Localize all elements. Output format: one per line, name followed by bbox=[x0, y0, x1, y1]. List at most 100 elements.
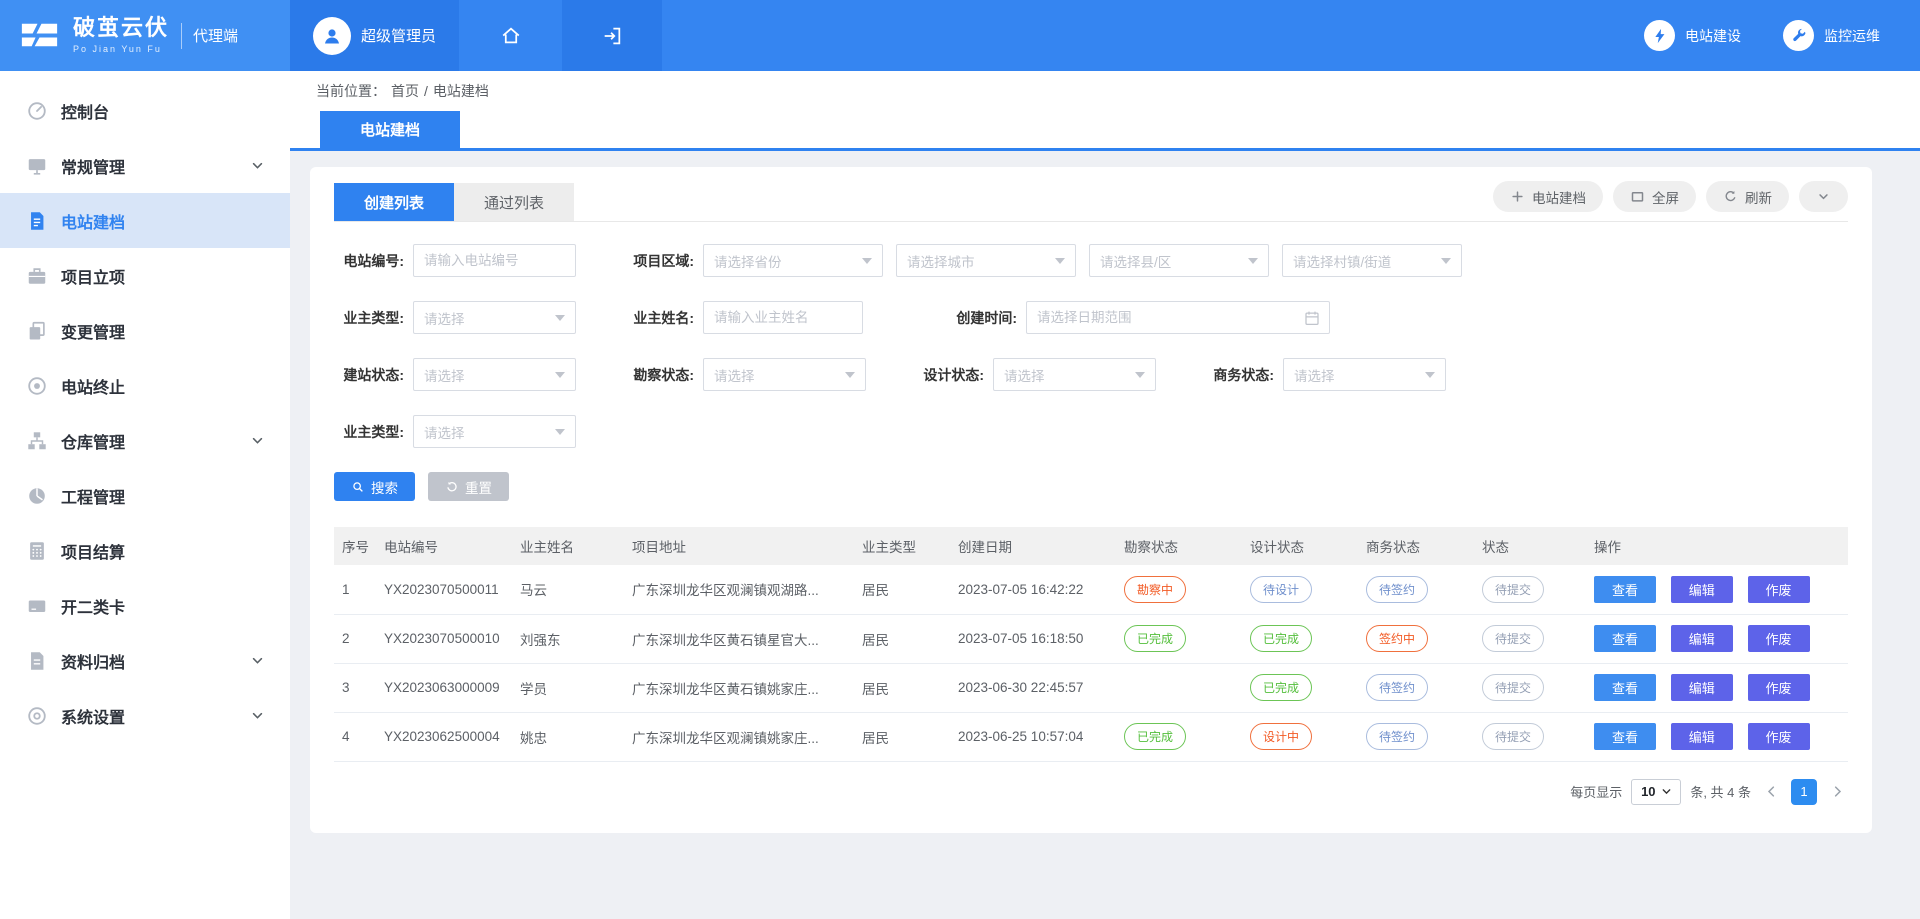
filter-actions: 搜索 重置 bbox=[334, 472, 1848, 501]
main-area: 当前位置： 首页 / 电站建档 电站建档 创建列表 通过列表 电站建档 bbox=[290, 71, 1920, 919]
wrench-icon bbox=[1783, 20, 1814, 51]
col-status: 状态 bbox=[1474, 527, 1586, 565]
collapse-toolbar-button[interactable] bbox=[1799, 181, 1848, 212]
sidebar-item-label: 变更管理 bbox=[61, 319, 266, 343]
sidebar-item-data-archive[interactable]: 资料归档 bbox=[0, 633, 290, 688]
table-row: 4 YX2023062500004 姚忠 广东深圳龙华区观澜镇姚家庄... 居民… bbox=[334, 712, 1848, 761]
fullscreen-icon bbox=[1630, 189, 1645, 204]
filter-panel: 电站编号: 项目区域: 请选择省份 请选择城市 bbox=[334, 222, 1848, 501]
tab-create-list[interactable]: 创建列表 bbox=[334, 183, 454, 221]
business-status-select[interactable]: 请选择 bbox=[1283, 358, 1446, 391]
build-status-label: 建站状态: bbox=[334, 365, 404, 385]
cell-code: YX2023062500004 bbox=[376, 712, 512, 761]
sidebar-item-class2-card[interactable]: 开二类卡 bbox=[0, 578, 290, 633]
city-select[interactable]: 请选择城市 bbox=[896, 244, 1076, 277]
sidebar-item-system-settings[interactable]: 系统设置 bbox=[0, 688, 290, 743]
owner-name-input[interactable] bbox=[703, 301, 863, 334]
status-badge: 待提交 bbox=[1482, 723, 1544, 750]
void-button[interactable]: 作废 bbox=[1748, 723, 1810, 750]
per-page-select[interactable]: 10 bbox=[1631, 779, 1681, 805]
design-status-badge: 已完成 bbox=[1250, 625, 1312, 652]
nav-station-build[interactable]: 电站建设 bbox=[1644, 20, 1741, 51]
cell-owner: 姚忠 bbox=[512, 712, 624, 761]
cell-owner: 学员 bbox=[512, 663, 624, 712]
col-sn: 序号 bbox=[334, 527, 376, 565]
tab-station-archive[interactable]: 电站建档 bbox=[320, 111, 460, 148]
card-icon bbox=[26, 595, 48, 617]
void-button[interactable]: 作废 bbox=[1748, 576, 1810, 603]
content-area: 创建列表 通过列表 电站建档 全屏 bbox=[290, 151, 1920, 833]
edit-button[interactable]: 编辑 bbox=[1671, 674, 1733, 701]
design-status-select[interactable]: 请选择 bbox=[993, 358, 1156, 391]
nav-monitor-ops[interactable]: 监控运维 bbox=[1783, 20, 1880, 51]
home-button[interactable] bbox=[459, 0, 562, 71]
view-button[interactable]: 查看 bbox=[1594, 625, 1656, 652]
cell-code: YX2023063000009 bbox=[376, 663, 512, 712]
search-icon bbox=[351, 480, 365, 494]
refresh-icon bbox=[1723, 189, 1738, 204]
date-range-input[interactable] bbox=[1026, 301, 1330, 334]
town-select[interactable]: 请选择村镇/街道 bbox=[1282, 244, 1462, 277]
edit-button[interactable]: 编辑 bbox=[1671, 576, 1733, 603]
prev-page-button[interactable] bbox=[1760, 779, 1782, 805]
build-status-select[interactable]: 请选择 bbox=[413, 358, 576, 391]
caret-down-icon bbox=[1661, 786, 1672, 797]
sidebar-item-general-mgmt[interactable]: 常规管理 bbox=[0, 138, 290, 193]
sidebar-item-engineering-mgmt[interactable]: 工程管理 bbox=[0, 468, 290, 523]
caret-down-icon bbox=[1425, 372, 1435, 378]
void-button[interactable]: 作废 bbox=[1748, 674, 1810, 701]
refresh-button[interactable]: 刷新 bbox=[1706, 181, 1789, 212]
current-user[interactable]: 超级管理员 bbox=[290, 0, 459, 71]
sidebar-item-station-archive[interactable]: 电站建档 bbox=[0, 193, 290, 248]
sidebar-item-project-setup[interactable]: 项目立项 bbox=[0, 248, 290, 303]
void-button[interactable]: 作废 bbox=[1748, 625, 1810, 652]
fullscreen-button[interactable]: 全屏 bbox=[1613, 181, 1696, 212]
sidebar-item-label: 资料归档 bbox=[61, 649, 249, 673]
view-button[interactable]: 查看 bbox=[1594, 723, 1656, 750]
caret-down-icon bbox=[862, 258, 872, 264]
logout-button[interactable] bbox=[562, 0, 662, 71]
view-button[interactable]: 查看 bbox=[1594, 674, 1656, 701]
create-station-button[interactable]: 电站建档 bbox=[1493, 181, 1603, 212]
survey-status-select[interactable]: 请选择 bbox=[703, 358, 866, 391]
cell-type: 居民 bbox=[854, 614, 950, 663]
cell-code: YX2023070500011 bbox=[376, 565, 512, 614]
sidebar-item-project-settlement[interactable]: 项目结算 bbox=[0, 523, 290, 578]
search-button[interactable]: 搜索 bbox=[334, 472, 415, 501]
brand-subtitle: Po Jian Yun Fu bbox=[73, 44, 169, 54]
sidebar-item-station-terminate[interactable]: 电站终止 bbox=[0, 358, 290, 413]
filter-owner-name: 业主姓名: bbox=[624, 301, 863, 334]
page-number-button[interactable]: 1 bbox=[1791, 779, 1817, 805]
survey-status-badge: 已完成 bbox=[1124, 625, 1186, 652]
reset-label: 重置 bbox=[465, 477, 492, 497]
portal-label: 代理端 bbox=[181, 23, 238, 49]
edit-button[interactable]: 编辑 bbox=[1671, 625, 1733, 652]
header-nav: 电站建设 监控运维 bbox=[1644, 0, 1880, 71]
province-select[interactable]: 请选择省份 bbox=[703, 244, 883, 277]
design-status-badge: 待设计 bbox=[1250, 576, 1312, 603]
sidebar-item-change-mgmt[interactable]: 变更管理 bbox=[0, 303, 290, 358]
content-card: 创建列表 通过列表 电站建档 全屏 bbox=[310, 167, 1872, 833]
business-status-badge: 待签约 bbox=[1366, 576, 1428, 603]
nav-monitor-ops-label: 监控运维 bbox=[1824, 26, 1880, 46]
sidebar-item-warehouse-mgmt[interactable]: 仓库管理 bbox=[0, 413, 290, 468]
station-no-input[interactable] bbox=[413, 244, 576, 277]
reset-button[interactable]: 重置 bbox=[428, 472, 509, 501]
design-status-badge: 已完成 bbox=[1250, 674, 1312, 701]
county-select[interactable]: 请选择县/区 bbox=[1089, 244, 1269, 277]
date-range-picker[interactable] bbox=[1026, 301, 1330, 334]
breadcrumb-home-link[interactable]: 首页 bbox=[391, 81, 419, 101]
sidebar-item-label: 仓库管理 bbox=[61, 429, 249, 453]
owner-type-select[interactable]: 请选择 bbox=[413, 301, 576, 334]
view-button[interactable]: 查看 bbox=[1594, 576, 1656, 603]
edit-button[interactable]: 编辑 bbox=[1671, 723, 1733, 750]
tab-passed-list[interactable]: 通过列表 bbox=[454, 183, 574, 221]
col-type: 业主类型 bbox=[854, 527, 950, 565]
cell-sn: 2 bbox=[334, 614, 376, 663]
sidebar-item-label: 电站终止 bbox=[61, 374, 266, 398]
sidebar-item-label: 常规管理 bbox=[61, 154, 249, 178]
next-page-button[interactable] bbox=[1826, 779, 1848, 805]
brand-text: 破茧云伏 Po Jian Yun Fu bbox=[73, 17, 169, 54]
owner-type2-select[interactable]: 请选择 bbox=[413, 415, 576, 448]
sidebar-item-console[interactable]: 控制台 bbox=[0, 83, 290, 138]
